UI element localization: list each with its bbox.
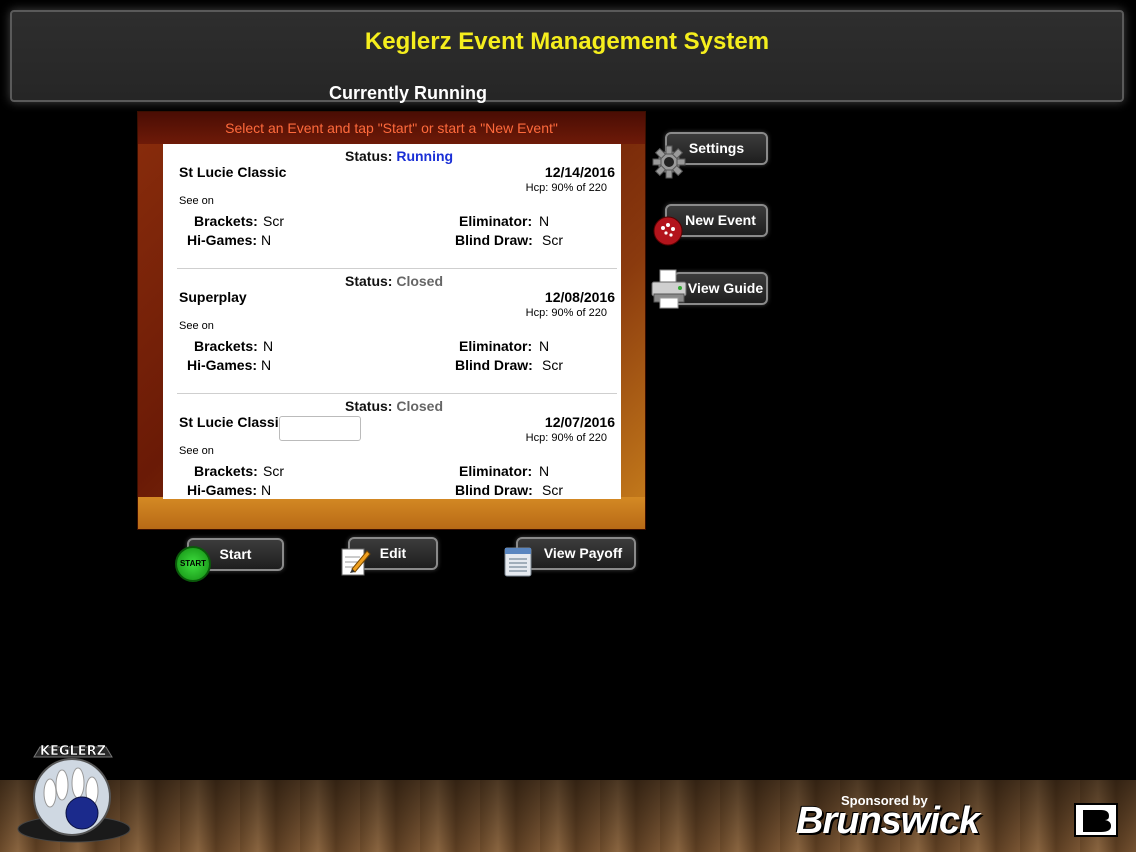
printer-icon (651, 269, 687, 309)
blind-draw-label: Blind Draw: (455, 232, 533, 248)
event-row[interactable]: Status: Running St Lucie Classic 12/14/2… (177, 144, 617, 269)
event-name: St Lucie Classic (179, 164, 287, 180)
eliminator-value: N (539, 463, 550, 479)
start-icon: START (175, 546, 211, 582)
brackets-value: N (263, 338, 274, 354)
blind-draw-value: Scr (542, 357, 563, 373)
brackets-value: Scr (263, 463, 284, 479)
keglerz-logo: KEGLERZ (17, 744, 131, 843)
event-handicap: Hcp: 90% of 220 (525, 432, 607, 444)
app-title: Keglerz Event Management System (364, 28, 770, 55)
blind-draw-label: Blind Draw: (455, 357, 533, 373)
event-status: Status: Closed (345, 398, 444, 414)
event-see-on: See on (179, 445, 214, 457)
view-payoff-button[interactable]: View Payoff (516, 537, 636, 570)
gear-icon (652, 145, 686, 179)
blind-draw-value: Scr (542, 482, 563, 498)
app-header: Keglerz Event Management System (10, 10, 1124, 102)
svg-text:KEGLERZ: KEGLERZ (40, 744, 106, 759)
brackets-label: Brackets: (194, 213, 258, 229)
edit-pencil-icon (341, 548, 371, 576)
event-name: Superplay (179, 289, 247, 305)
event-frame: Select an Event and tap "Start" or start… (137, 111, 646, 530)
hi-games-label: Hi-Games: (187, 482, 258, 498)
event-name-edit-box[interactable] (279, 416, 361, 441)
hi-games-value: N (261, 357, 272, 373)
hi-games-value: N (261, 482, 272, 498)
hi-games-label: Hi-Games: (187, 232, 258, 248)
event-name: St Lucie Classi (179, 414, 279, 430)
hi-games-value: N (261, 232, 272, 248)
event-list[interactable]: Status: Running St Lucie Classic 12/14/2… (163, 144, 621, 499)
event-see-on: See on (179, 195, 214, 207)
status-value: Closed (396, 398, 444, 414)
instruction-text: Select an Event and tap "Start" or start… (225, 120, 558, 136)
document-icon (504, 547, 532, 577)
event-row[interactable]: Status: Closed St Lucie Classi 12/07/201… (177, 394, 617, 499)
blind-draw-value: Scr (542, 232, 563, 248)
event-see-on: See on (179, 320, 214, 332)
section-title: Currently Running (329, 83, 487, 103)
event-status: Status: Closed (345, 273, 444, 289)
bowling-strike-icon (653, 216, 683, 246)
status-value: Closed (396, 273, 444, 289)
eliminator-label: Eliminator: (459, 338, 533, 354)
eliminator-label: Eliminator: (459, 463, 533, 479)
event-date: 12/07/2016 (544, 414, 615, 430)
event-date: 12/14/2016 (544, 164, 615, 180)
eliminator-label: Eliminator: (459, 213, 533, 229)
event-handicap: Hcp: 90% of 220 (525, 307, 607, 319)
event-handicap: Hcp: 90% of 220 (525, 182, 607, 194)
event-date: 12/08/2016 (544, 289, 615, 305)
event-status: Status: Running (345, 148, 454, 164)
status-value: Running (396, 148, 454, 164)
eliminator-value: N (539, 338, 550, 354)
brunswick-logo: Brunswick (796, 800, 980, 842)
brunswick-b-icon (1074, 803, 1118, 837)
eliminator-value: N (539, 213, 550, 229)
event-row[interactable]: Status: Closed Superplay 12/08/2016 Hcp:… (177, 269, 617, 394)
hi-games-label: Hi-Games: (187, 357, 258, 373)
brackets-label: Brackets: (194, 338, 258, 354)
brackets-label: Brackets: (194, 463, 258, 479)
blind-draw-label: Blind Draw: (455, 482, 533, 498)
brackets-value: Scr (263, 213, 284, 229)
